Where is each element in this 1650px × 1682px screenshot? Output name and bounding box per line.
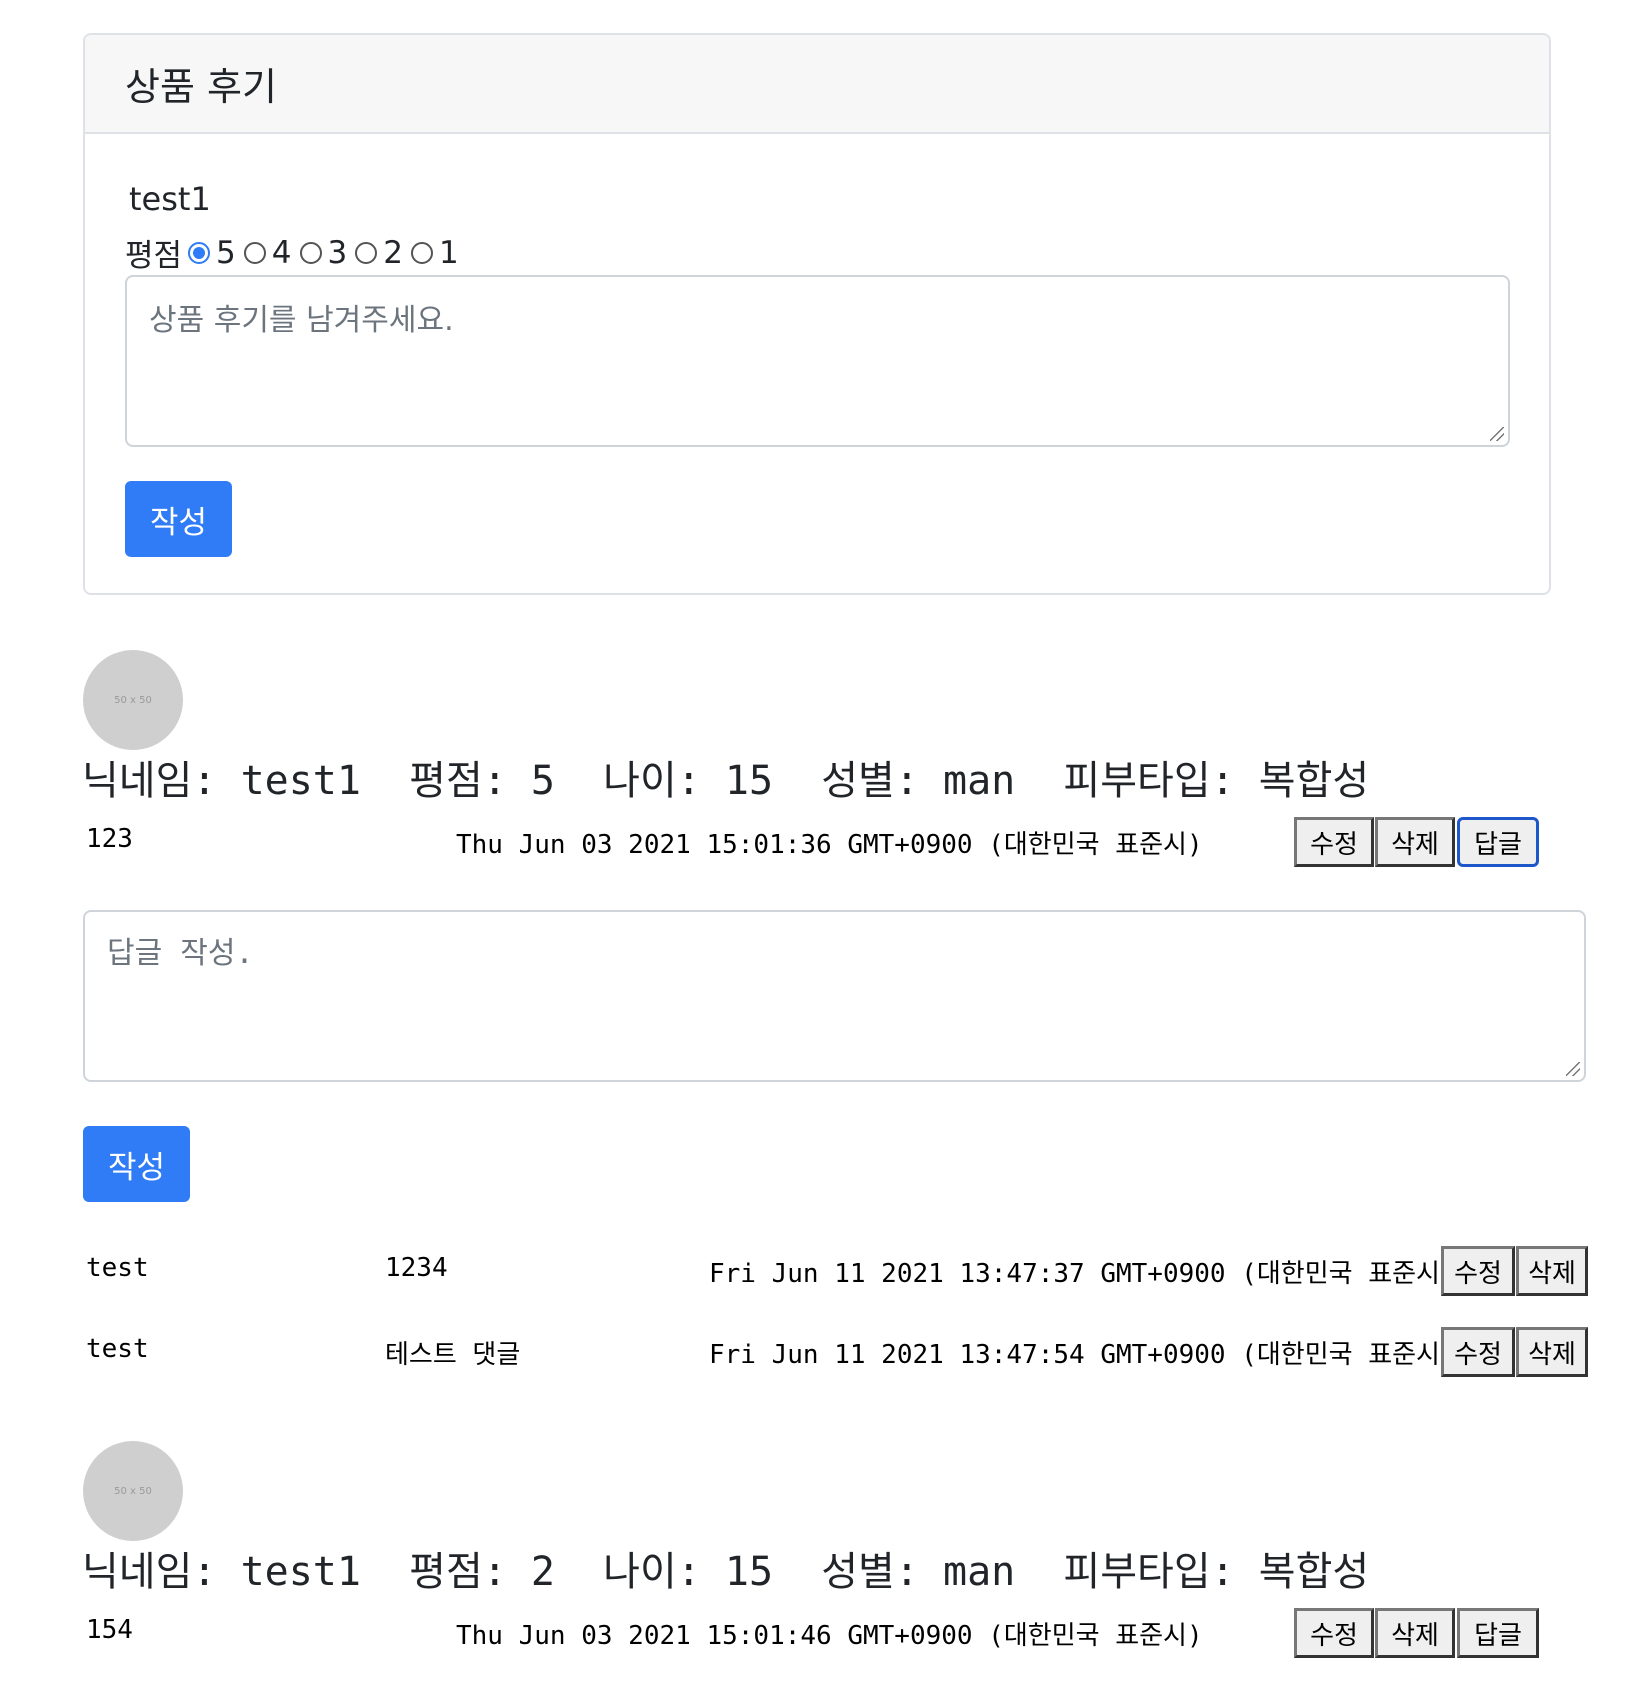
reply-content: 테스트 댓글 — [385, 1340, 521, 1370]
reply-review-button[interactable]: 답글 — [1457, 1608, 1539, 1658]
reply-review-button[interactable]: 답글 — [1457, 817, 1539, 867]
avatar: 50 x 50 — [83, 1441, 183, 1541]
reply-textarea-placeholder: 답글 작성. — [107, 936, 254, 971]
submit-review-button[interactable]: 작성 — [125, 481, 232, 557]
review-meta: 닉네임: test1 평점: 5 나이: 15 성별: man 피부타입: 복합… — [82, 758, 1370, 804]
review-date: Thu Jun 03 2021 15:01:36 GMT+0900 (대한민국 … — [456, 830, 1203, 860]
rating-radio-2[interactable] — [355, 241, 378, 264]
review-form-card: 상품 후기 test1 평점 5 4 3 2 1 상품 후기를 남겨주세요. 작… — [83, 33, 1551, 595]
rating-option-label: 1 — [438, 234, 459, 271]
review-meta: 닉네임: test1 평점: 2 나이: 15 성별: man 피부타입: 복합… — [82, 1549, 1370, 1595]
card-title: 상품 후기 — [85, 35, 1549, 134]
rating-radio-5[interactable] — [188, 241, 211, 264]
reply-content: 1234 — [385, 1253, 448, 1283]
rating-option-label: 2 — [383, 234, 403, 271]
delete-review-button[interactable]: 삭제 — [1375, 817, 1455, 867]
rating-option-label: 3 — [327, 234, 348, 271]
reply-username: test — [86, 1253, 149, 1283]
rating-option-label: 4 — [271, 234, 292, 271]
rating-radio-1[interactable] — [410, 241, 433, 264]
review-textarea[interactable]: 상품 후기를 남겨주세요. — [125, 275, 1510, 447]
rating-selector: 평점 5 4 3 2 1 — [125, 230, 459, 275]
resize-grip-icon[interactable] — [1490, 427, 1504, 441]
rating-radio-3[interactable] — [299, 241, 322, 264]
avatar: 50 x 50 — [83, 650, 183, 750]
edit-review-button[interactable]: 수정 — [1294, 817, 1374, 867]
edit-reply-button[interactable]: 수정 — [1441, 1246, 1515, 1296]
reply-username: test — [86, 1334, 149, 1364]
edit-reply-button[interactable]: 수정 — [1441, 1327, 1515, 1377]
delete-reply-button[interactable]: 삭제 — [1516, 1327, 1588, 1377]
delete-review-button[interactable]: 삭제 — [1375, 1608, 1455, 1658]
delete-reply-button[interactable]: 삭제 — [1516, 1246, 1588, 1296]
avatar-placeholder-text: 50 x 50 — [114, 694, 152, 706]
review-content: 154 — [86, 1615, 133, 1645]
review-content: 123 — [86, 824, 133, 854]
submit-reply-button[interactable]: 작성 — [83, 1126, 190, 1202]
edit-review-button[interactable]: 수정 — [1294, 1608, 1374, 1658]
review-textarea-placeholder: 상품 후기를 남겨주세요. — [149, 303, 454, 338]
rating-radio-4[interactable] — [243, 241, 266, 264]
review-date: Thu Jun 03 2021 15:01:46 GMT+0900 (대한민국 … — [456, 1621, 1203, 1651]
reply-date: Fri Jun 11 2021 13:47:54 GMT+0900 (대한민국 … — [709, 1340, 1456, 1370]
resize-grip-icon[interactable] — [1566, 1062, 1580, 1076]
rating-option-label: 5 — [216, 234, 236, 271]
reply-date: Fri Jun 11 2021 13:47:37 GMT+0900 (대한민국 … — [709, 1259, 1456, 1289]
rating-label: 평점 — [125, 238, 183, 274]
avatar-placeholder-text: 50 x 50 — [114, 1485, 152, 1497]
form-username: test1 — [129, 180, 211, 218]
reply-textarea[interactable]: 답글 작성. — [83, 910, 1586, 1082]
